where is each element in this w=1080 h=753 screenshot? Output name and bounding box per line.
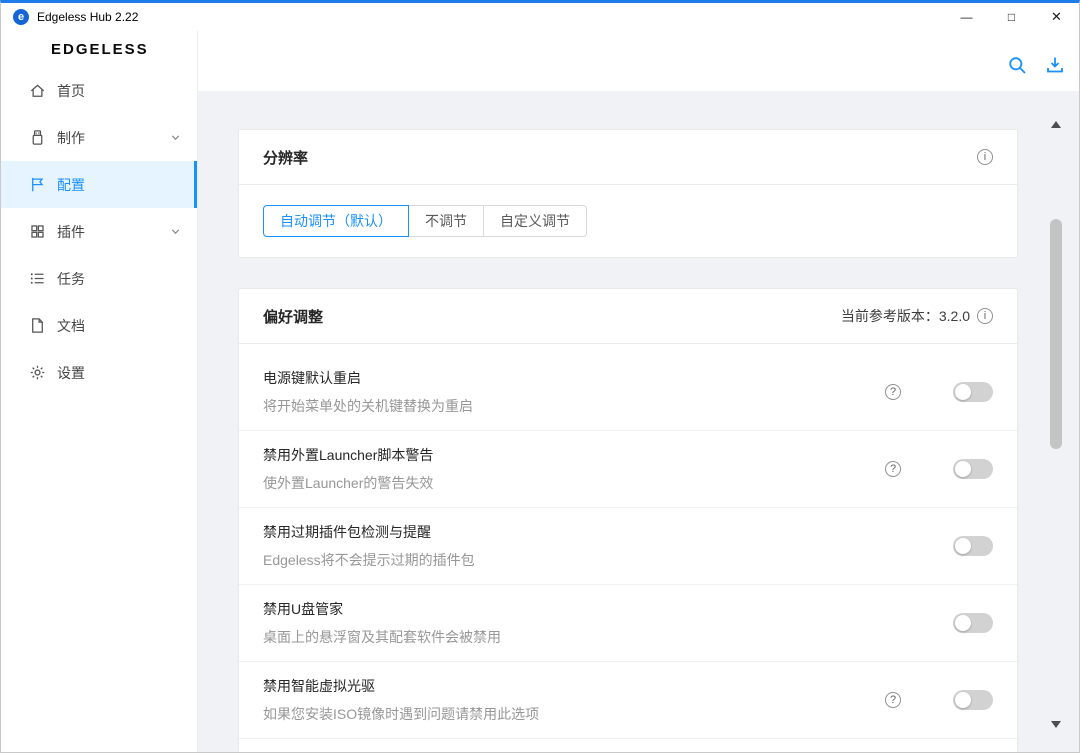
reference-version-label: 当前参考版本：3.2.0 [841,306,970,326]
sidebar-item-label: 任务 [57,269,85,289]
app-logo-icon: e [13,9,29,25]
toggle-knob [955,692,971,708]
main-area: 分辨率 i 自动调节（默认） 不调节 自定义调节 [198,31,1079,752]
pref-toggle[interactable] [953,613,993,633]
pref-toggle[interactable] [953,382,993,402]
build-icon [29,129,46,146]
help-circle-icon[interactable]: ? [885,461,901,477]
sidebar-item-label: 插件 [57,222,85,242]
content-area: 分辨率 i 自动调节（默认） 不调节 自定义调节 [198,91,1079,752]
toggle-knob [955,538,971,554]
resolution-option-group: 自动调节（默认） 不调节 自定义调节 [263,205,993,237]
preferences-card: 偏好调整 当前参考版本：3.2.0 i 电源键默认重启 将开始菜单处的关机键替换… [238,288,1018,752]
sidebar-item-docs[interactable]: 文档 [1,302,197,349]
pref-subtitle: Edgeless将不会提示过期的插件包 [263,550,953,570]
pref-row-usb-manager: 禁用U盘管家 桌面上的悬浮窗及其配套软件会被禁用 ? [239,585,1017,662]
search-icon[interactable] [1007,55,1027,75]
sidebar-item-home[interactable]: 首页 [1,67,197,114]
scroll-up-icon[interactable] [1051,121,1061,128]
pref-row-virtual-drive: 禁用智能虚拟光驱 如果您安装ISO镜像时遇到问题请禁用此选项 ? [239,662,1017,739]
scrollbar-thumb[interactable] [1050,219,1062,449]
appstore-icon [29,223,46,240]
app-body: EDGELESS 首页 制作 [1,31,1079,752]
pref-row-power-restart: 电源键默认重启 将开始菜单处的关机键替换为重启 ? [239,344,1017,431]
resolution-card-header: 分辨率 i [239,130,1017,185]
info-circle-icon[interactable]: i [977,149,993,165]
sidebar: EDGELESS 首页 制作 [1,31,198,752]
home-icon [29,82,46,99]
pref-toggle[interactable] [953,536,993,556]
sidebar-item-label: 制作 [57,128,85,148]
pref-subtitle: 如果您安装ISO镜像时遇到问题请禁用此选项 [263,704,885,724]
edgeless-logo: EDGELESS [1,31,197,67]
pref-toggle[interactable] [953,459,993,479]
document-icon [29,317,46,334]
vertical-scrollbar[interactable] [1049,121,1063,728]
preferences-card-title: 偏好调整 [263,306,323,327]
toggle-knob [955,615,971,631]
sidebar-item-tasks[interactable]: 任务 [1,255,197,302]
chevron-down-icon[interactable] [170,226,181,237]
download-icon[interactable] [1045,55,1065,75]
sidebar-item-config[interactable]: 配置 [1,161,197,208]
pref-row-launcher-warning: 禁用外置Launcher脚本警告 使外置Launcher的警告失效 ? [239,431,1017,508]
toggle-knob [955,461,971,477]
app-window: e Edgeless Hub 2.22 — □ ✕ EDGELESS 首页 [0,0,1080,753]
chevron-down-icon[interactable] [170,132,181,143]
topbar [198,31,1079,91]
titlebar: e Edgeless Hub 2.22 — □ ✕ [1,3,1079,31]
pref-title: 电源键默认重启 [263,368,885,388]
info-circle-icon[interactable]: i [977,308,993,324]
flag-icon [29,176,46,193]
pref-title: 禁用外置Launcher脚本警告 [263,445,885,465]
pref-title: 禁用智能虚拟光驱 [263,676,885,696]
gear-icon [29,364,46,381]
help-circle-icon[interactable]: ? [885,384,901,400]
close-button[interactable]: ✕ [1034,3,1079,31]
pref-subtitle: 将开始菜单处的关机键替换为重启 [263,396,885,416]
pref-title: 禁用U盘管家 [263,599,953,619]
toggle-knob [955,384,971,400]
resolution-card-title: 分辨率 [263,147,308,168]
pref-title: 禁用过期插件包检测与提醒 [263,522,953,542]
resolution-option-custom[interactable]: 自定义调节 [483,205,587,237]
sidebar-item-plugins[interactable]: 插件 [1,208,197,255]
sidebar-item-label: 设置 [57,363,85,383]
help-circle-icon[interactable]: ? [885,692,901,708]
maximize-button[interactable]: □ [989,3,1034,31]
sidebar-item-make[interactable]: 制作 [1,114,197,161]
resolution-option-none[interactable]: 不调节 [408,205,484,237]
sidebar-item-label: 配置 [57,175,85,195]
pref-subtitle: 桌面上的悬浮窗及其配套软件会被禁用 [263,627,953,647]
window-controls: — □ ✕ [944,3,1079,31]
resolution-option-auto[interactable]: 自动调节（默认） [263,205,409,237]
preferences-card-header: 偏好调整 当前参考版本：3.2.0 i [239,289,1017,344]
sidebar-item-label: 首页 [57,81,85,101]
sidebar-item-settings[interactable]: 设置 [1,349,197,396]
sidebar-item-label: 文档 [57,316,85,336]
scroll-down-icon[interactable] [1051,721,1061,728]
window-title: Edgeless Hub 2.22 [37,10,138,24]
pref-toggle[interactable] [953,690,993,710]
minimize-button[interactable]: — [944,3,989,31]
pref-subtitle: 使外置Launcher的警告失效 [263,473,885,493]
preferences-card-body: 电源键默认重启 将开始菜单处的关机键替换为重启 ? 禁用外置Launcher脚本… [239,344,1017,752]
sidebar-nav: 首页 制作 配置 [1,67,197,396]
task-list-icon [29,270,46,287]
pref-row-expired-plugins: 禁用过期插件包检测与提醒 Edgeless将不会提示过期的插件包 ? [239,508,1017,585]
resolution-card: 分辨率 i 自动调节（默认） 不调节 自定义调节 [238,129,1018,258]
resolution-card-body: 自动调节（默认） 不调节 自定义调节 [239,185,1017,257]
